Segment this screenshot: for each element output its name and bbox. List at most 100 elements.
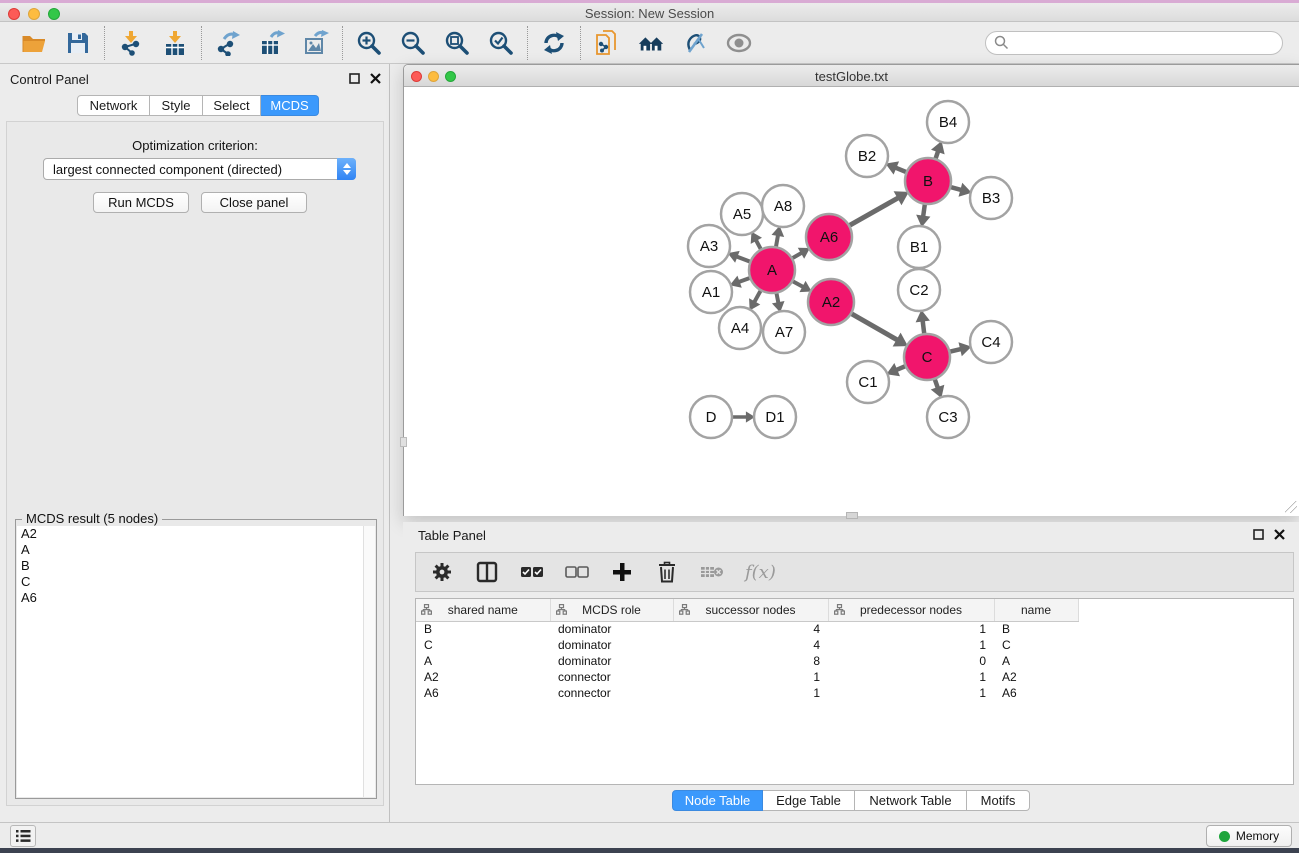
table-cell[interactable]: C [416, 637, 550, 653]
import-network-icon[interactable] [117, 29, 145, 57]
table-cell[interactable]: B [416, 621, 550, 637]
delete-table-icon[interactable] [700, 560, 724, 584]
memory-button[interactable]: Memory [1206, 825, 1292, 847]
search-box[interactable] [985, 31, 1283, 55]
zoom-in-icon[interactable] [355, 29, 383, 57]
close-panel-icon[interactable] [1273, 528, 1285, 540]
graph-node-A3[interactable]: A3 [688, 225, 730, 267]
tab-select[interactable]: Select [203, 95, 261, 116]
table-cell[interactable]: dominator [550, 653, 673, 669]
table-cell[interactable]: 4 [673, 621, 828, 637]
table-cell[interactable]: A6 [994, 685, 1078, 701]
graph-node-B4[interactable]: B4 [927, 101, 969, 143]
table-cell[interactable]: 1 [828, 669, 994, 685]
mcds-result-item[interactable]: A6 [17, 590, 363, 606]
graph-node-A5[interactable]: A5 [721, 193, 763, 235]
select-all-icon[interactable] [520, 560, 544, 584]
graph-node-C1[interactable]: C1 [847, 361, 889, 403]
save-session-icon[interactable] [64, 29, 92, 57]
graph-node-B[interactable]: B [905, 158, 951, 204]
table-cell[interactable]: A [994, 653, 1078, 669]
column-header-name[interactable]: name [994, 599, 1078, 621]
tab-network-table[interactable]: Network Table [855, 790, 967, 811]
float-panel-icon[interactable] [348, 72, 360, 84]
table-row[interactable]: Cdominator41C [416, 637, 1293, 653]
function-builder-icon[interactable]: f(x) [745, 560, 776, 584]
refresh-icon[interactable] [540, 29, 568, 57]
deselect-all-icon[interactable] [565, 560, 589, 584]
mcds-result-item[interactable]: A2 [17, 526, 363, 542]
table-cell[interactable]: C [994, 637, 1078, 653]
settings-gear-icon[interactable] [430, 560, 454, 584]
table-cell[interactable]: dominator [550, 637, 673, 653]
tab-network[interactable]: Network [77, 95, 150, 116]
zoom-fit-icon[interactable] [443, 29, 471, 57]
table-cell[interactable]: 1 [828, 637, 994, 653]
graph-node-A2[interactable]: A2 [808, 279, 854, 325]
table-row[interactable]: A6connector11A6 [416, 685, 1293, 701]
graph-node-B1[interactable]: B1 [898, 226, 940, 268]
close-panel-icon[interactable] [369, 72, 381, 84]
hide-annotations-icon[interactable] [681, 29, 709, 57]
search-input[interactable] [1009, 35, 1274, 50]
graph-node-A[interactable]: A [749, 247, 795, 293]
node-table[interactable]: shared nameMCDS rolesuccessor nodesprede… [415, 598, 1294, 785]
zoom-selected-icon[interactable] [487, 29, 515, 57]
tab-node-table[interactable]: Node Table [672, 790, 763, 811]
open-file-icon[interactable] [20, 29, 48, 57]
show-graphics-details-icon[interactable] [725, 29, 753, 57]
table-cell[interactable]: A2 [994, 669, 1078, 685]
table-row[interactable]: A2connector11A2 [416, 669, 1293, 685]
export-table-icon[interactable] [258, 29, 286, 57]
result-list-scrollbar[interactable] [363, 526, 375, 797]
network-window-titlebar[interactable]: testGlobe.txt [404, 65, 1299, 87]
zoom-out-icon[interactable] [399, 29, 427, 57]
table-cell[interactable]: 8 [673, 653, 828, 669]
graph-node-B3[interactable]: B3 [970, 177, 1012, 219]
table-cell[interactable]: 1 [828, 685, 994, 701]
export-image-icon[interactable] [302, 29, 330, 57]
mcds-result-item[interactable]: A [17, 542, 363, 558]
table-cell[interactable]: A [416, 653, 550, 669]
graph-node-D1[interactable]: D1 [754, 396, 796, 438]
graph-node-C4[interactable]: C4 [970, 321, 1012, 363]
graph-node-C2[interactable]: C2 [898, 269, 940, 311]
mcds-result-item[interactable]: B [17, 558, 363, 574]
delete-column-icon[interactable] [655, 560, 679, 584]
column-header-MCDS-role[interactable]: MCDS role [550, 599, 673, 621]
table-cell[interactable]: 4 [673, 637, 828, 653]
column-header-successor-nodes[interactable]: successor nodes [673, 599, 828, 621]
tab-style[interactable]: Style [150, 95, 203, 116]
window-side-grip[interactable] [400, 437, 407, 447]
table-row[interactable]: Adominator80A [416, 653, 1293, 669]
table-cell[interactable]: B [994, 621, 1078, 637]
graph-node-A7[interactable]: A7 [763, 311, 805, 353]
graph-node-D[interactable]: D [690, 396, 732, 438]
table-cell[interactable]: 1 [673, 685, 828, 701]
tab-edge-table[interactable]: Edge Table [763, 790, 855, 811]
table-cell[interactable]: 1 [828, 621, 994, 637]
first-neighbors-icon[interactable] [637, 29, 665, 57]
table-cell[interactable]: A6 [416, 685, 550, 701]
table-row[interactable]: Bdominator41B [416, 621, 1293, 637]
tab-motifs[interactable]: Motifs [967, 790, 1030, 811]
table-cell[interactable]: A2 [416, 669, 550, 685]
float-panel-icon[interactable] [1252, 528, 1264, 540]
column-header-predecessor-nodes[interactable]: predecessor nodes [828, 599, 994, 621]
new-network-from-selection-icon[interactable] [593, 29, 621, 57]
table-cell[interactable]: 0 [828, 653, 994, 669]
graph-node-C3[interactable]: C3 [927, 396, 969, 438]
graph-node-B2[interactable]: B2 [846, 135, 888, 177]
add-column-icon[interactable] [610, 560, 634, 584]
window-resize-grip[interactable] [1285, 501, 1297, 513]
optimization-criterion-dropdown[interactable]: largest connected component (directed) [43, 158, 356, 180]
table-cell[interactable]: connector [550, 685, 673, 701]
table-cell[interactable]: 1 [673, 669, 828, 685]
panel-list-button[interactable] [10, 825, 36, 847]
graph-node-A8[interactable]: A8 [762, 185, 804, 227]
tab-mcds[interactable]: MCDS [261, 95, 319, 116]
table-cell[interactable]: connector [550, 669, 673, 685]
graph-node-A4[interactable]: A4 [719, 307, 761, 349]
graph-node-A1[interactable]: A1 [690, 271, 732, 313]
network-canvas[interactable]: AA6A2BCA5A8A3A1A4A7B2B4B3B1C2C4C1C3DD1 [404, 87, 1299, 516]
